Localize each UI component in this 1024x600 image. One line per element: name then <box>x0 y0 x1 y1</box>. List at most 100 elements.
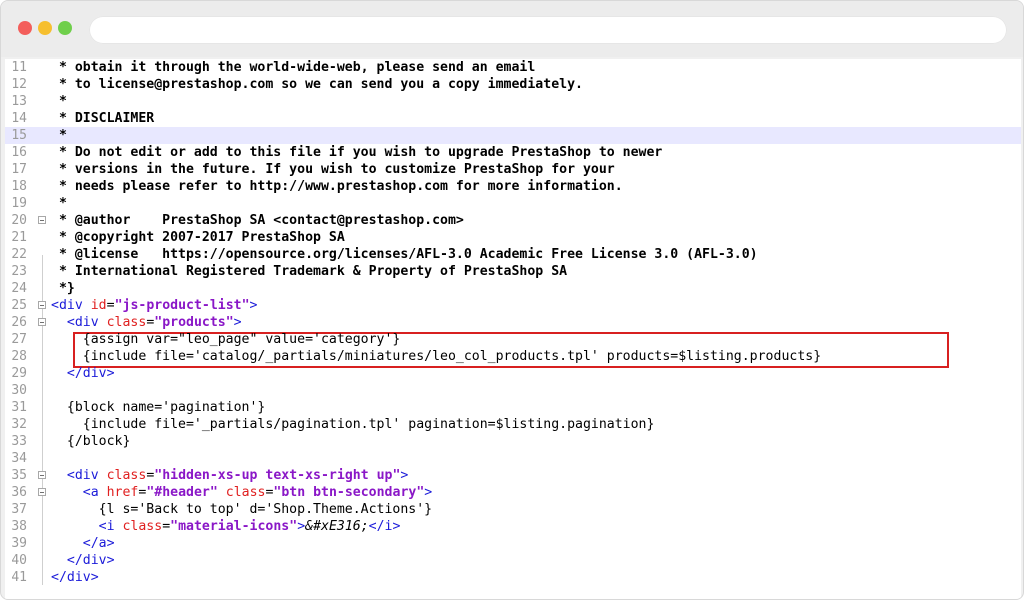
line-number: 34 <box>11 451 27 466</box>
code-text: * obtain it through the world-wide-web, … <box>51 60 536 75</box>
code-line[interactable]: 17 * versions in the future. If you wish… <box>5 161 1021 178</box>
line-number: 36 <box>11 485 27 500</box>
code-line[interactable]: 26 <div class="products"> <box>5 314 1021 331</box>
code-text: <i class="material-icons">&#xE316;</i> <box>98 519 401 534</box>
line-number: 30 <box>11 383 27 398</box>
fold-toggle-icon[interactable] <box>38 318 46 326</box>
maximize-window-button[interactable] <box>58 21 72 35</box>
code-text: {assign var="leo_page" value='category'} <box>51 332 401 347</box>
code-text: </div> <box>66 366 115 381</box>
line-number: 38 <box>11 519 27 534</box>
code-text: * Do not edit or add to this file if you… <box>51 145 663 160</box>
code-text: *} <box>51 281 75 296</box>
code-line[interactable]: 20 * @author PrestaShop SA <contact@pres… <box>5 212 1021 229</box>
code-text: * International Registered Trademark & P… <box>51 264 568 279</box>
code-line[interactable]: 38 <i class="material-icons">&#xE316;</i… <box>5 518 1021 535</box>
code-text: * @license https://opensource.org/licens… <box>51 247 758 262</box>
code-line[interactable]: 19 * <box>5 195 1021 212</box>
code-line[interactable]: 30 <box>5 382 1021 399</box>
code-line[interactable]: 36 <a href="#header" class="btn btn-seco… <box>5 484 1021 501</box>
line-number: 12 <box>11 77 27 92</box>
code-text: * DISCLAIMER <box>51 111 155 126</box>
line-number: 13 <box>11 94 27 109</box>
code-line[interactable]: 12 * to license@prestashop.com so we can… <box>5 76 1021 93</box>
code-line[interactable]: 37 {l s='Back to top' d='Shop.Theme.Acti… <box>5 501 1021 518</box>
line-number: 14 <box>11 111 27 126</box>
code-text: {/block} <box>51 434 131 449</box>
line-number: 41 <box>11 570 27 585</box>
code-line[interactable]: 16 * Do not edit or add to this file if … <box>5 144 1021 161</box>
code-line[interactable]: 18 * needs please refer to http://www.pr… <box>5 178 1021 195</box>
line-number: 39 <box>11 536 27 551</box>
code-line[interactable]: 28 {include file='catalog/_partials/mini… <box>5 348 1021 365</box>
line-number: 17 <box>11 162 27 177</box>
code-text: </a> <box>82 536 115 551</box>
code-text: * <box>51 94 67 109</box>
code-text: * versions in the future. If you wish to… <box>51 162 615 177</box>
line-number: 16 <box>11 145 27 160</box>
line-number: 21 <box>11 230 27 245</box>
code-text: * @author PrestaShop SA <contact@prestas… <box>51 213 464 228</box>
code-text: * <box>51 196 67 211</box>
code-text: <div id="js-product-list"> <box>51 298 258 313</box>
code-line[interactable]: 39 </a> <box>5 535 1021 552</box>
code-line[interactable]: 32 {include file='_partials/pagination.t… <box>5 416 1021 433</box>
code-line[interactable]: 35 <div class="hidden-xs-up text-xs-righ… <box>5 467 1021 484</box>
line-number: 37 <box>11 502 27 517</box>
code-text: <div class="products"> <box>66 315 242 330</box>
fold-toggle-icon[interactable] <box>38 488 46 496</box>
code-line[interactable]: 22 * @license https://opensource.org/lic… <box>5 246 1021 263</box>
code-line[interactable]: 24 *} <box>5 280 1021 297</box>
code-text: <a href="#header" class="btn btn-seconda… <box>82 485 433 500</box>
line-number: 22 <box>11 247 27 262</box>
code-line[interactable]: 34 <box>5 450 1021 467</box>
code-editor[interactable]: 11 * obtain it through the world-wide-we… <box>5 59 1021 599</box>
line-number: 19 <box>11 196 27 211</box>
code-text: </div> <box>51 570 99 585</box>
line-number: 27 <box>11 332 27 347</box>
close-window-button[interactable] <box>18 21 32 35</box>
line-number: 28 <box>11 349 27 364</box>
code-line[interactable]: 41 </div> <box>5 569 1021 586</box>
line-number: 35 <box>11 468 27 483</box>
line-number: 31 <box>11 400 27 415</box>
code-line[interactable]: 31 {block name='pagination'} <box>5 399 1021 416</box>
code-line[interactable]: 13 * <box>5 93 1021 110</box>
editor-window: 11 * obtain it through the world-wide-we… <box>0 0 1024 600</box>
code-text: </div> <box>66 553 115 568</box>
code-text: * @copyright 2007-2017 PrestaShop SA <box>51 230 345 245</box>
line-number: 29 <box>11 366 27 381</box>
fold-toggle-icon[interactable] <box>38 301 46 309</box>
code-line[interactable]: 15 * <box>5 127 1021 144</box>
address-bar[interactable] <box>89 16 1007 44</box>
line-number: 15 <box>11 128 27 143</box>
code-line[interactable]: 21 * @copyright 2007-2017 PrestaShop SA <box>5 229 1021 246</box>
line-number: 24 <box>11 281 27 296</box>
line-number: 11 <box>11 60 27 75</box>
code-line[interactable]: 14 * DISCLAIMER <box>5 110 1021 127</box>
code-text: {include file='_partials/pagination.tpl'… <box>51 417 655 432</box>
code-line[interactable]: 23 * International Registered Trademark … <box>5 263 1021 280</box>
line-number: 23 <box>11 264 27 279</box>
fold-toggle-icon[interactable] <box>38 471 46 479</box>
line-number: 26 <box>11 315 27 330</box>
minimize-window-button[interactable] <box>38 21 52 35</box>
line-number: 33 <box>11 434 27 449</box>
code-text: * <box>51 128 67 143</box>
code-line[interactable]: 25 <div id="js-product-list"> <box>5 297 1021 314</box>
line-number: 40 <box>11 553 27 568</box>
code-text: * needs please refer to http://www.prest… <box>51 179 623 194</box>
fold-toggle-icon[interactable] <box>38 216 46 224</box>
code-line[interactable]: 33 {/block} <box>5 433 1021 450</box>
title-bar <box>1 1 1023 57</box>
code-text: {l s='Back to top' d='Shop.Theme.Actions… <box>51 502 433 517</box>
code-line[interactable]: 27 {assign var="leo_page" value='categor… <box>5 331 1021 348</box>
code-text: {include file='catalog/_partials/miniatu… <box>51 349 822 364</box>
code-line[interactable]: 40 </div> <box>5 552 1021 569</box>
line-number: 20 <box>11 213 27 228</box>
code-text: <div class="hidden-xs-up text-xs-right u… <box>66 468 409 483</box>
line-number: 32 <box>11 417 27 432</box>
code-line[interactable]: 11 * obtain it through the world-wide-we… <box>5 59 1021 76</box>
line-number: 25 <box>11 298 27 313</box>
code-line[interactable]: 29 </div> <box>5 365 1021 382</box>
